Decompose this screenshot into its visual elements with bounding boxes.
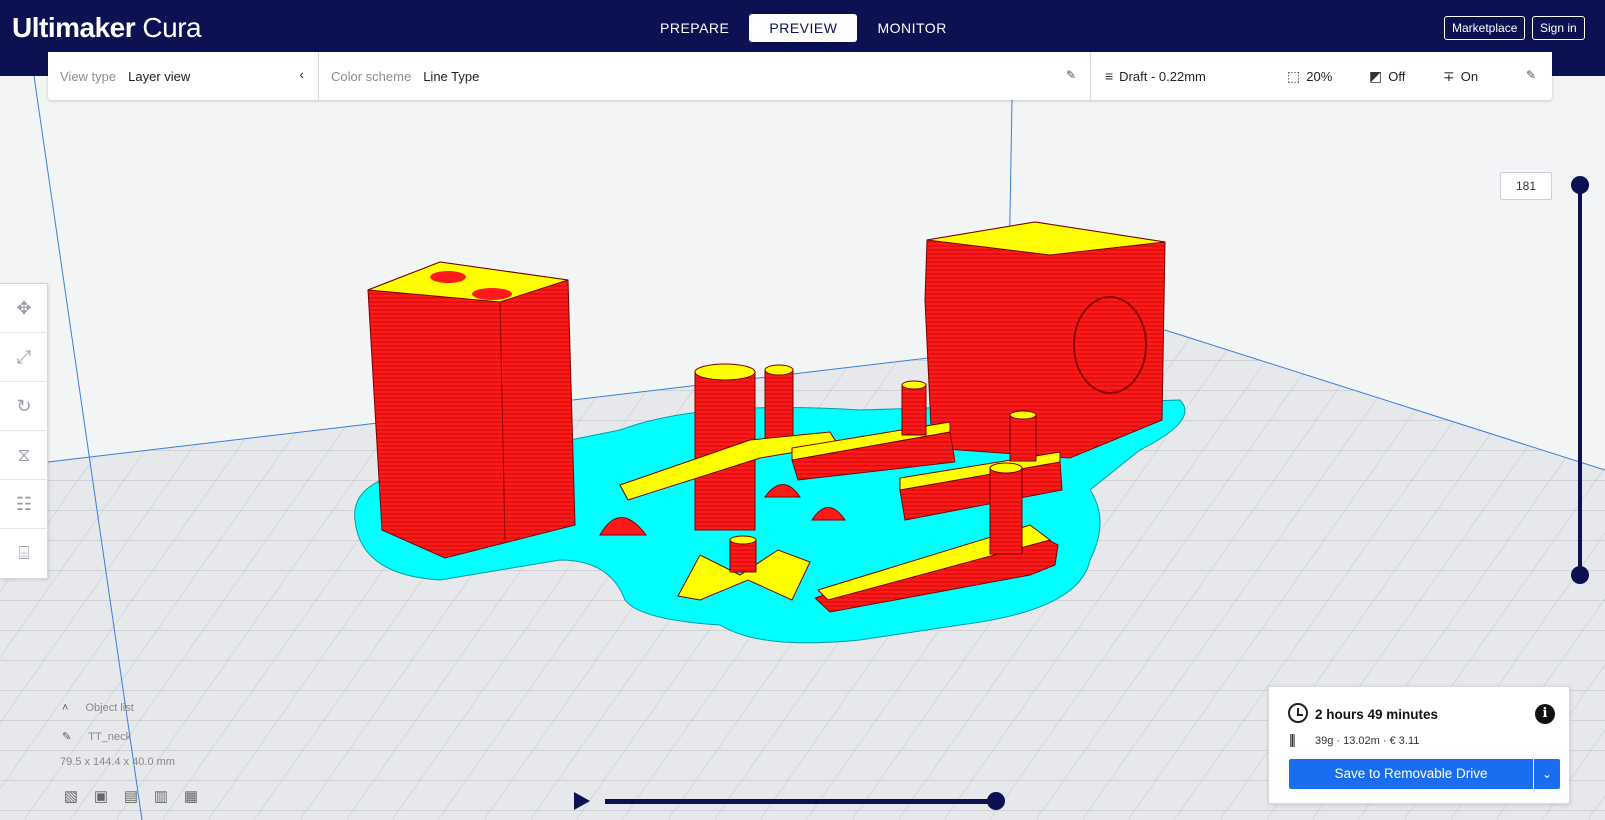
per-model-settings-icon[interactable]: ☷: [0, 480, 48, 529]
scale-icon[interactable]: ⤢: [0, 333, 48, 382]
path-slider-track[interactable]: [605, 799, 995, 804]
layer-slider-track[interactable]: [1578, 185, 1582, 577]
stage-tabs: PREPARE PREVIEW MONITOR: [640, 14, 967, 42]
settings-bar: View type Layer view ‹ Color scheme Line…: [48, 52, 1552, 100]
infill-indicator: ⬚ 20%: [1287, 68, 1332, 85]
object-dimensions: 79.5 x 144.4 x 40.0 mm: [60, 756, 175, 768]
app-logo: Ultimaker Cura: [12, 12, 202, 44]
support-icon: ◩: [1369, 67, 1383, 84]
print-information-panel: 2 hours 49 minutes i ||| 39g · 13.02m · …: [1268, 686, 1570, 804]
front-view-icon[interactable]: ▣: [92, 788, 110, 806]
profile-value: Draft - 0.22mm: [1119, 68, 1206, 84]
marketplace-button[interactable]: Marketplace: [1444, 16, 1526, 40]
color-scheme-value: Line Type: [423, 68, 480, 84]
pencil-icon[interactable]: ✎: [1066, 68, 1076, 82]
object-list-title: Object list: [85, 702, 134, 714]
rotate-icon[interactable]: ↻: [0, 382, 48, 431]
peg-1: [901, 384, 927, 436]
tab-prepare[interactable]: PREPARE: [640, 14, 749, 42]
path-slider-handle[interactable]: [987, 792, 1005, 810]
logo-brand: Ultimaker: [12, 12, 136, 43]
layer-slider-lower-handle[interactable]: [1571, 566, 1589, 584]
view-type-label: View type: [60, 68, 117, 84]
3d-view-icon[interactable]: ▧: [62, 788, 80, 806]
color-scheme-selector[interactable]: Color scheme Line Type ✎: [318, 52, 1090, 100]
color-scheme-label: Color scheme: [331, 68, 412, 84]
tool-panel: ✥ ⤢ ↻ ⧖ ☷ ⌸: [0, 283, 48, 579]
logo-product: Cura: [142, 12, 202, 43]
left-view-icon[interactable]: ▥: [152, 788, 170, 806]
layer-slider-upper-handle[interactable]: [1571, 176, 1589, 194]
spool-icon: |||: [1289, 731, 1296, 747]
view-type-selector[interactable]: View type Layer view ‹: [48, 52, 318, 100]
infill-value: 20%: [1306, 68, 1333, 84]
sign-in-button[interactable]: Sign in: [1532, 16, 1585, 40]
peg-2: [1009, 414, 1037, 462]
view-type-value: Layer view: [128, 68, 191, 84]
print-time: 2 hours 49 minutes: [1315, 707, 1439, 722]
print-settings-summary[interactable]: ≡ Draft - 0.22mm ⬚ 20% ◩ Off ∓ On ✎: [1090, 52, 1550, 100]
material-estimate: 39g · 13.02m · € 3.11: [1315, 735, 1420, 747]
info-icon[interactable]: i: [1535, 704, 1555, 724]
right-block-walls: [924, 221, 1166, 459]
object-list-header[interactable]: ˄ Object list: [62, 702, 134, 714]
chevron-left-icon[interactable]: ‹: [299, 66, 304, 82]
infill-icon: ⬚: [1287, 67, 1301, 84]
left-block-hole-2: [472, 288, 512, 300]
view-orientation-controls: ▧ ▣ ▤ ▥ ▦: [62, 788, 200, 806]
small-cylinder: [764, 369, 794, 441]
adhesion-value: On: [1460, 68, 1479, 84]
top-view-icon[interactable]: ▤: [122, 788, 140, 806]
profile-indicator: ≡ Draft - 0.22mm: [1105, 68, 1206, 84]
move-icon[interactable]: ✥: [0, 284, 48, 333]
left-block-walls: [367, 261, 576, 559]
object-name-row[interactable]: ✎ TT_neck: [62, 730, 131, 743]
play-icon[interactable]: [574, 792, 590, 810]
pencil-icon[interactable]: ✎: [1526, 68, 1536, 82]
pencil-icon: ✎: [62, 731, 72, 743]
adhesion-icon: ∓: [1443, 67, 1455, 84]
clock-icon: [1288, 703, 1308, 723]
support-value: Off: [1388, 68, 1406, 84]
object-name: TT_neck: [88, 731, 132, 743]
support-indicator: ◩ Off: [1369, 68, 1405, 85]
adhesion-indicator: ∓ On: [1443, 68, 1478, 85]
tab-monitor[interactable]: MONITOR: [857, 14, 966, 42]
profile-icon: ≡: [1105, 68, 1114, 84]
save-to-removable-drive-button[interactable]: Save to Removable Drive: [1289, 759, 1533, 789]
tall-cylinder-top: [694, 363, 756, 381]
chevron-up-icon: ˄: [62, 702, 69, 714]
peg-3: [989, 467, 1023, 555]
left-block-hole-1: [430, 271, 466, 283]
right-view-icon[interactable]: ▦: [182, 788, 200, 806]
chevron-down-icon[interactable]: ⌄: [1534, 759, 1560, 789]
tab-preview[interactable]: PREVIEW: [749, 14, 858, 42]
support-blocker-icon[interactable]: ⌸: [0, 529, 48, 578]
mirror-icon[interactable]: ⧖: [0, 431, 48, 480]
layer-number-field[interactable]: 181: [1500, 172, 1552, 200]
